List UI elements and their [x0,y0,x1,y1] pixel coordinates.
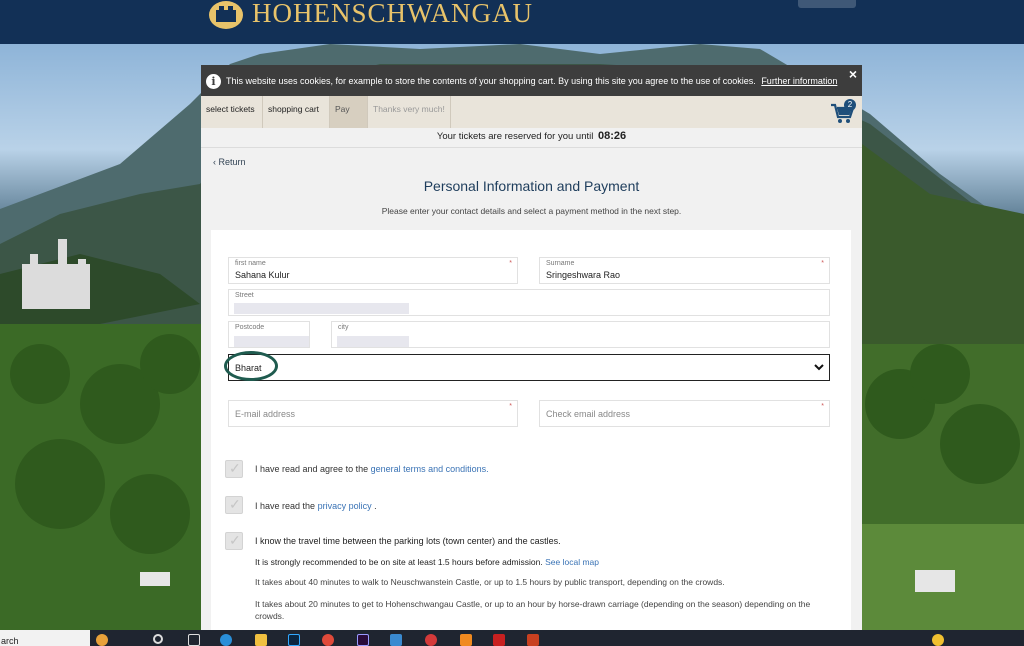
recommend-text: It is strongly recommended to be on site… [255,557,599,567]
travel-time-checkbox[interactable]: ✓ [225,532,243,550]
checkout-steps: select tickets shopping cart Pay Thanks … [201,96,862,128]
app-icon[interactable] [425,634,437,646]
photoshop-icon[interactable] [288,634,300,646]
search-icon[interactable] [153,634,163,644]
step-shopping-cart[interactable]: shopping cart [263,96,330,128]
first-name-value: Sahana Kulur [235,270,290,280]
cart-count-badge: 2 [844,99,856,111]
reservation-time: 08:26 [597,130,627,142]
premiere-icon[interactable] [357,634,369,646]
return-link[interactable]: ‹ Return [213,157,246,167]
check-icon: ✓ [229,532,241,548]
cookie-message: This website uses cookies, for example t… [226,76,838,86]
powerpoint-icon[interactable] [527,634,539,646]
check-icon: ✓ [229,496,241,512]
surname-value: Sringeshwara Rao [546,270,621,280]
close-icon[interactable]: × [849,66,857,82]
task-view-icon[interactable] [188,634,200,646]
file-explorer-icon[interactable] [255,634,267,646]
terms-link[interactable]: general terms and conditions. [371,464,489,474]
notification-icon[interactable] [932,634,944,646]
info-icon: i [206,74,221,89]
confirm-email-field[interactable]: * Check email address [539,400,830,427]
vlc-icon[interactable] [460,634,472,646]
acrobat-icon[interactable] [493,634,505,646]
taskbar-search[interactable]: arch [0,630,90,646]
confirm-email-placeholder: Check email address [546,409,631,419]
highlight-circle [224,351,278,381]
step-pay[interactable]: Pay [330,96,368,128]
check-icon: ✓ [229,460,241,476]
cookie-banner: i This website uses cookies, for example… [201,65,862,96]
photos-icon[interactable] [390,634,402,646]
neuschwanstein-note: It takes about 40 minutes to walk to Neu… [255,577,725,587]
street-field[interactable]: Street [228,289,830,316]
chrome-icon[interactable] [322,634,334,646]
step-select-tickets[interactable]: select tickets [201,96,263,128]
redacted-value [234,336,309,347]
redacted-value [234,303,409,314]
first-name-field[interactable]: first name * Sahana Kulur [228,257,518,284]
surname-field[interactable]: Surname * Sringeshwara Rao [539,257,830,284]
page-title: Personal Information and Payment [423,178,640,194]
terms-checkbox[interactable]: ✓ [225,460,243,478]
terms-text: I have read and agree to the general ter… [255,464,489,474]
step-thanks: Thanks very much! [368,96,451,128]
email-placeholder: E-mail address [235,409,296,419]
local-map-link[interactable]: See local map [545,557,599,567]
city-field[interactable]: city [331,321,830,348]
divider [201,147,862,148]
contact-form: first name * Sahana Kulur Surname * Srin… [211,230,851,630]
further-information-link[interactable]: Further information [761,76,837,86]
privacy-text: I have read the privacy policy . [255,501,377,511]
chevron-down-icon [814,364,824,371]
taskbar: arch [0,630,1024,646]
site-header: HOHENSCHWANGAU [0,0,1024,44]
country-select[interactable]: Bharat [224,351,830,381]
header-button[interactable] [798,0,856,8]
checkout-panel: i This website uses cookies, for example… [201,65,862,630]
reservation-timer: Your tickets are reserved for you until … [436,130,627,142]
hohenschwangau-note: It takes about 20 minutes to get to Hohe… [255,599,811,621]
weather-icon[interactable] [96,634,108,646]
brand-title[interactable]: HOHENSCHWANGAU [252,0,533,29]
edge-browser-icon[interactable] [220,634,232,646]
privacy-link[interactable]: privacy policy [318,501,372,511]
redacted-value [337,336,409,347]
castle-logo-icon[interactable] [208,0,246,30]
email-field[interactable]: * E-mail address [228,400,518,427]
postcode-field[interactable]: Postcode [228,321,310,348]
travel-time-text: I know the travel time between the parki… [255,536,561,546]
page-subtitle: Please enter your contact details and se… [381,206,682,216]
privacy-checkbox[interactable]: ✓ [225,496,243,514]
